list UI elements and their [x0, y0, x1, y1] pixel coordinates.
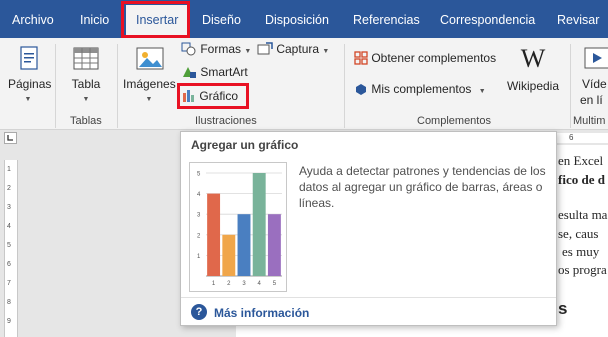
obtener-complementos-button[interactable]: Obtener complementos: [354, 51, 496, 67]
ruler-tick-label: 2: [7, 185, 11, 192]
chart-bar: [237, 214, 251, 276]
chevron-down-icon: ▼: [478, 88, 486, 95]
store-icon: [354, 51, 368, 65]
tab-revisar[interactable]: Revisar: [557, 0, 599, 38]
formas-button[interactable]: Formas ▼: [181, 42, 251, 58]
group-label-ilustraciones: Ilustraciones: [195, 115, 257, 127]
help-icon: ?: [191, 304, 207, 320]
chart-y-tick-label: 3: [197, 213, 201, 219]
paginas-label: Páginas: [8, 77, 52, 91]
tab-archivo[interactable]: Archivo: [12, 0, 54, 38]
ruler-tick-label: 7: [7, 280, 11, 287]
pages-icon: [20, 46, 38, 70]
smartart-button[interactable]: SmartArt: [181, 65, 248, 81]
ruler-tick-label: 4: [7, 223, 11, 230]
video-label-line2: en lí: [580, 93, 603, 107]
formas-label: Formas: [200, 42, 242, 56]
ruler-tick-label: 1: [7, 166, 11, 173]
video-label-line1: Víde: [582, 77, 607, 91]
divider: [117, 44, 118, 128]
tab-inicio[interactable]: Inicio: [80, 0, 109, 38]
doc-text-line: en Excel: [558, 153, 604, 168]
doc-text-line: es muy: [562, 244, 600, 259]
tooltip-title: Agregar un gráfico: [191, 138, 299, 152]
smartart-icon: [183, 67, 196, 78]
ribbon-tab-bar: Archivo Inicio Insertar Diseño Disposici…: [0, 0, 608, 38]
tab-stop-icon[interactable]: [4, 132, 18, 144]
doc-text-line: os progra: [558, 262, 607, 277]
imagenes-label: Imágenes: [123, 77, 176, 91]
shapes-icon: [181, 42, 196, 56]
chart-bar: [267, 214, 281, 276]
captura-label: Captura: [276, 42, 320, 56]
bar-chart-icon: [183, 90, 194, 102]
grafico-tooltip: Agregar un gráfico 1 2 3 4 5 1 2 3 4 5 Ayuda a de…: [180, 131, 557, 326]
mis-complementos-label: Mis complementos: [371, 82, 472, 96]
smartart-label: SmartArt: [200, 65, 248, 79]
doc-heading: s: [558, 299, 568, 318]
chart-bar: [207, 193, 221, 276]
chevron-down-icon: ▼: [145, 96, 153, 103]
ruler-mark: 6: [569, 133, 574, 142]
divider: [570, 44, 571, 128]
chart-x-tick-label: 1: [212, 281, 216, 287]
doc-text-line: esulta ma: [558, 207, 608, 222]
chart-y-tick-label: 1: [197, 254, 201, 260]
chevron-down-icon: ▼: [244, 48, 252, 55]
tooltip-chart-preview: 1 2 3 4 5 1 2 3 4 5: [189, 162, 287, 292]
addins-icon: [356, 84, 366, 95]
obtener-complementos-label: Obtener complementos: [371, 51, 497, 65]
wikipedia-button[interactable]: W Wikipedia: [503, 44, 563, 104]
ruler-tick-label: 9: [7, 318, 11, 325]
wikipedia-label: Wikipedia: [506, 79, 560, 93]
tab-correspondencia[interactable]: Correspondencia: [440, 0, 535, 38]
video-icon: [584, 47, 608, 69]
divider: [344, 44, 345, 128]
tab-referencias[interactable]: Referencias: [353, 0, 420, 38]
chevron-down-icon: ▼: [24, 96, 32, 103]
tab-disposicion[interactable]: Disposición: [265, 0, 329, 38]
tabla-label: Tabla: [71, 77, 101, 91]
chart-svg: 1 2 3 4 5 1 2 3 4 5: [197, 172, 282, 287]
ruler-tick-label: 3: [7, 204, 11, 211]
doc-text-line: fico de d: [558, 172, 605, 187]
grafico-label: Gráfico: [199, 89, 239, 103]
ruler-tick-label: 5: [7, 242, 11, 249]
tab-diseno[interactable]: Diseño: [202, 0, 241, 38]
tooltip-divider: [181, 297, 556, 298]
tabla-button[interactable]: Tabla ▼: [66, 44, 106, 114]
chart-x-tick-label: 4: [258, 281, 262, 287]
paginas-button[interactable]: Páginas ▼: [8, 44, 52, 114]
video-en-linea-button[interactable]: Víde en lí: [578, 44, 608, 114]
mis-complementos-button[interactable]: Mis complementos ▼: [354, 82, 486, 98]
group-label-multimedia: Multim: [573, 115, 606, 127]
group-label-tablas: Tablas: [70, 115, 102, 127]
screenshot-icon: [257, 42, 273, 55]
tab-insertar[interactable]: Insertar: [126, 5, 189, 38]
chart-x-tick-label: 2: [227, 281, 231, 287]
chevron-down-icon: ▼: [322, 48, 330, 55]
divider: [55, 44, 56, 128]
chart-y-tick-label: 2: [197, 233, 201, 239]
group-label-complementos: Complementos: [417, 115, 491, 127]
captura-button[interactable]: Captura ▼: [257, 42, 329, 58]
ruler-tick-label: 6: [7, 261, 11, 268]
chevron-down-icon: ▼: [82, 96, 90, 103]
mas-informacion-link[interactable]: Más información: [214, 306, 309, 320]
ruler-tick-label: 8: [7, 299, 11, 306]
chart-y-tick-label: 4: [197, 192, 201, 198]
chart-bar: [252, 173, 266, 276]
doc-text-line: se, caus: [558, 226, 599, 241]
chart-x-tick-label: 3: [242, 281, 246, 287]
chart-y-tick-label: 5: [197, 172, 201, 178]
wikipedia-icon: W: [520, 44, 546, 73]
imagenes-button[interactable]: Imágenes ▼: [123, 44, 176, 114]
chart-bar: [222, 234, 236, 276]
picture-icon: [136, 47, 164, 70]
chart-x-tick-label: 5: [273, 281, 277, 287]
table-icon: [73, 47, 99, 70]
grafico-button[interactable]: Gráfico: [182, 89, 238, 105]
tooltip-description: Ayuda a detectar patrones y tendencias d…: [299, 164, 546, 210]
